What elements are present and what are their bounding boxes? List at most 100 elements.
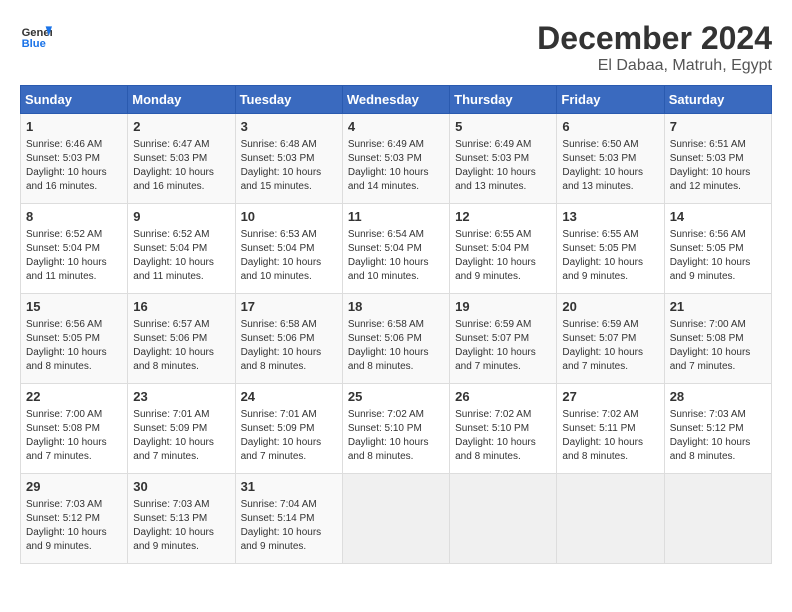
calendar-cell: 23 Sunrise: 7:01 AM Sunset: 5:09 PM Dayli… [128,384,235,474]
calendar-cell: 15Sunrise: 6:56 AM Sunset: 5:05 PM Dayli… [21,294,128,384]
calendar-table: SundayMondayTuesdayWednesdayThursdayFrid… [20,85,772,564]
day-info: Sunrise: 6:56 AM Sunset: 5:05 PM Dayligh… [670,228,766,284]
calendar-cell: 25 Sunrise: 7:02 AM Sunset: 5:10 PM Dayli… [342,384,449,474]
calendar-cell: 14 Sunrise: 6:56 AM Sunset: 5:05 PM Dayli… [664,204,771,294]
day-of-week-header: Thursday [450,86,557,114]
day-of-week-header: Friday [557,86,664,114]
day-number: 4 [348,118,444,136]
day-number: 22 [26,388,122,406]
calendar-cell: 10 Sunrise: 6:53 AM Sunset: 5:04 PM Dayli… [235,204,342,294]
day-info: Sunrise: 6:53 AM Sunset: 5:04 PM Dayligh… [241,228,337,284]
day-number: 25 [348,388,444,406]
calendar-cell [450,474,557,564]
day-of-week-header: Monday [128,86,235,114]
day-info: Sunrise: 7:03 AM Sunset: 5:12 PM Dayligh… [26,498,122,554]
days-of-week-row: SundayMondayTuesdayWednesdayThursdayFrid… [21,86,772,114]
calendar-cell: 9 Sunrise: 6:52 AM Sunset: 5:04 PM Daylig… [128,204,235,294]
day-number: 29 [26,478,122,496]
day-info: Sunrise: 7:02 AM Sunset: 5:10 PM Dayligh… [348,408,444,464]
calendar-cell: 16Sunrise: 6:57 AM Sunset: 5:06 PM Dayli… [128,294,235,384]
calendar-week-row: 29 Sunrise: 7:03 AM Sunset: 5:12 PM Dayli… [21,474,772,564]
calendar-cell: 12 Sunrise: 6:55 AM Sunset: 5:04 PM Dayli… [450,204,557,294]
calendar-cell: 11Sunrise: 6:54 AM Sunset: 5:04 PM Dayli… [342,204,449,294]
day-number: 18 [348,298,444,316]
calendar-cell: 21Sunrise: 7:00 AM Sunset: 5:08 PM Dayli… [664,294,771,384]
calendar-cell: 2Sunrise: 6:47 AM Sunset: 5:03 PM Daylig… [128,114,235,204]
calendar-body: 1 Sunrise: 6:46 AM Sunset: 5:03 PM Daylig… [21,114,772,564]
day-number: 15 [26,298,122,316]
day-of-week-header: Saturday [664,86,771,114]
day-info: Sunrise: 6:46 AM Sunset: 5:03 PM Dayligh… [26,138,122,194]
day-info: Sunrise: 6:55 AM Sunset: 5:05 PM Dayligh… [562,228,658,284]
calendar-cell: 6Sunrise: 6:50 AM Sunset: 5:03 PM Daylig… [557,114,664,204]
calendar-week-row: 22 Sunrise: 7:00 AM Sunset: 5:08 PM Dayli… [21,384,772,474]
calendar-cell: 7 Sunrise: 6:51 AM Sunset: 5:03 PM Daylig… [664,114,771,204]
calendar-cell: 18 Sunrise: 6:58 AM Sunset: 5:06 PM Dayli… [342,294,449,384]
calendar-cell: 22 Sunrise: 7:00 AM Sunset: 5:08 PM Dayli… [21,384,128,474]
day-info: Sunrise: 7:02 AM Sunset: 5:11 PM Dayligh… [562,408,658,464]
calendar-cell: 19 Sunrise: 6:59 AM Sunset: 5:07 PM Dayli… [450,294,557,384]
calendar-cell: 4 Sunrise: 6:49 AM Sunset: 5:03 PM Daylig… [342,114,449,204]
day-info: Sunrise: 7:03 AM Sunset: 5:13 PM Dayligh… [133,498,229,554]
calendar-cell: 13Sunrise: 6:55 AM Sunset: 5:05 PM Dayli… [557,204,664,294]
day-info: Sunrise: 7:01 AM Sunset: 5:09 PM Dayligh… [241,408,337,464]
calendar-week-row: 15Sunrise: 6:56 AM Sunset: 5:05 PM Dayli… [21,294,772,384]
calendar-week-row: 1 Sunrise: 6:46 AM Sunset: 5:03 PM Daylig… [21,114,772,204]
day-number: 31 [241,478,337,496]
day-info: Sunrise: 7:00 AM Sunset: 5:08 PM Dayligh… [670,318,766,374]
day-info: Sunrise: 6:52 AM Sunset: 5:04 PM Dayligh… [133,228,229,284]
calendar-cell [664,474,771,564]
day-info: Sunrise: 7:01 AM Sunset: 5:09 PM Dayligh… [133,408,229,464]
location: El Dabaa, Matruh, Egypt [537,57,772,75]
calendar-cell: 24 Sunrise: 7:01 AM Sunset: 5:09 PM Dayli… [235,384,342,474]
day-of-week-header: Tuesday [235,86,342,114]
title-block: December 2024 El Dabaa, Matruh, Egypt [537,20,772,75]
day-info: Sunrise: 6:55 AM Sunset: 5:04 PM Dayligh… [455,228,551,284]
page-header: General Blue December 2024 El Dabaa, Mat… [20,20,772,75]
day-number: 1 [26,118,122,136]
day-info: Sunrise: 7:02 AM Sunset: 5:10 PM Dayligh… [455,408,551,464]
day-info: Sunrise: 6:54 AM Sunset: 5:04 PM Dayligh… [348,228,444,284]
day-number: 7 [670,118,766,136]
calendar-cell: 26Sunrise: 7:02 AM Sunset: 5:10 PM Dayli… [450,384,557,474]
day-number: 19 [455,298,551,316]
calendar-cell: 30 Sunrise: 7:03 AM Sunset: 5:13 PM Dayli… [128,474,235,564]
calendar-cell [342,474,449,564]
day-info: Sunrise: 6:49 AM Sunset: 5:03 PM Dayligh… [348,138,444,194]
day-info: Sunrise: 7:03 AM Sunset: 5:12 PM Dayligh… [670,408,766,464]
day-info: Sunrise: 6:49 AM Sunset: 5:03 PM Dayligh… [455,138,551,194]
calendar-cell: 20Sunrise: 6:59 AM Sunset: 5:07 PM Dayli… [557,294,664,384]
day-number: 24 [241,388,337,406]
day-number: 30 [133,478,229,496]
svg-text:Blue: Blue [22,38,46,50]
day-number: 12 [455,208,551,226]
day-info: Sunrise: 6:59 AM Sunset: 5:07 PM Dayligh… [562,318,658,374]
calendar-cell: 1 Sunrise: 6:46 AM Sunset: 5:03 PM Daylig… [21,114,128,204]
calendar-cell: 5 Sunrise: 6:49 AM Sunset: 5:03 PM Daylig… [450,114,557,204]
day-of-week-header: Wednesday [342,86,449,114]
day-number: 9 [133,208,229,226]
day-number: 5 [455,118,551,136]
day-info: Sunrise: 6:58 AM Sunset: 5:06 PM Dayligh… [348,318,444,374]
logo: General Blue [20,20,52,52]
day-info: Sunrise: 6:50 AM Sunset: 5:03 PM Dayligh… [562,138,658,194]
day-info: Sunrise: 6:52 AM Sunset: 5:04 PM Dayligh… [26,228,122,284]
calendar-week-row: 8 Sunrise: 6:52 AM Sunset: 5:04 PM Daylig… [21,204,772,294]
day-number: 28 [670,388,766,406]
calendar-cell: 31Sunrise: 7:04 AM Sunset: 5:14 PM Dayli… [235,474,342,564]
day-number: 10 [241,208,337,226]
day-of-week-header: Sunday [21,86,128,114]
day-number: 8 [26,208,122,226]
day-info: Sunrise: 6:59 AM Sunset: 5:07 PM Dayligh… [455,318,551,374]
calendar-header: SundayMondayTuesdayWednesdayThursdayFrid… [21,86,772,114]
calendar-cell: 28 Sunrise: 7:03 AM Sunset: 5:12 PM Dayli… [664,384,771,474]
calendar-cell [557,474,664,564]
calendar-cell: 29 Sunrise: 7:03 AM Sunset: 5:12 PM Dayli… [21,474,128,564]
day-number: 23 [133,388,229,406]
day-info: Sunrise: 6:48 AM Sunset: 5:03 PM Dayligh… [241,138,337,194]
day-info: Sunrise: 7:00 AM Sunset: 5:08 PM Dayligh… [26,408,122,464]
day-info: Sunrise: 6:51 AM Sunset: 5:03 PM Dayligh… [670,138,766,194]
day-number: 14 [670,208,766,226]
day-info: Sunrise: 6:47 AM Sunset: 5:03 PM Dayligh… [133,138,229,194]
calendar-cell: 3Sunrise: 6:48 AM Sunset: 5:03 PM Daylig… [235,114,342,204]
